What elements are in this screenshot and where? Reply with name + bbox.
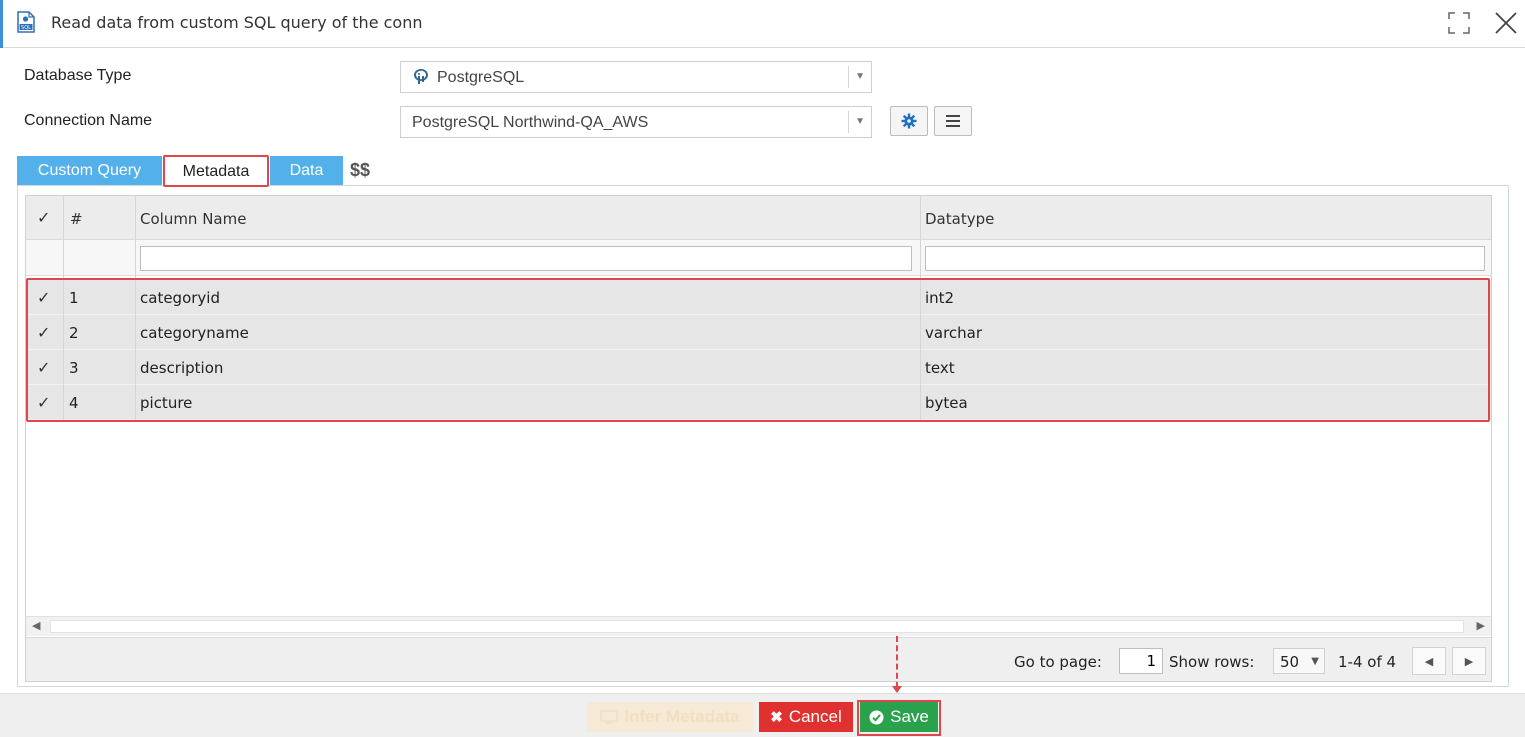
tab-metadata[interactable]: Metadata (163, 156, 269, 186)
next-page-button[interactable]: ▶ (1452, 647, 1486, 675)
header-column-name[interactable]: Column Name (140, 210, 246, 228)
tab-data[interactable]: Data (270, 156, 343, 186)
table-row[interactable]: ✓ 3 description text (26, 350, 1491, 385)
database-type-label: Database Type (24, 67, 132, 84)
close-icon: ✖ (770, 709, 783, 726)
header-number: # (70, 210, 83, 228)
connection-name-label: Connection Name (24, 112, 153, 129)
grid-header: ✓ # Column Name Datatype (26, 196, 1491, 240)
save-button[interactable]: Save (860, 702, 938, 732)
parameters-tab[interactable]: $$ (350, 160, 370, 181)
chevron-down-icon: ▼ (1311, 656, 1319, 667)
scrollbar-thumb[interactable] (50, 620, 1464, 633)
row-number: 1 (69, 289, 79, 307)
horizontal-scrollbar[interactable]: ◀ ▶ (26, 616, 1491, 636)
connection-name-select[interactable]: PostgreSQL Northwind-QA_AWS ▼ (400, 106, 872, 138)
row-number: 4 (69, 394, 79, 412)
save-label: Save (890, 707, 929, 726)
row-column-name: picture (140, 394, 193, 412)
row-checkbox[interactable]: ✓ (37, 323, 50, 343)
hamburger-menu-icon (946, 115, 960, 127)
column-divider (920, 196, 921, 420)
row-checkbox[interactable]: ✓ (37, 358, 50, 378)
select-divider (848, 111, 849, 133)
tab-custom-query[interactable]: Custom Query (17, 156, 162, 186)
chevron-right-icon: ▶ (1464, 655, 1474, 668)
datatype-filter-input[interactable] (925, 246, 1485, 271)
rows-per-page-select[interactable]: 50 ▼ (1273, 648, 1325, 674)
database-type-select[interactable]: PostgreSQL ▼ (400, 61, 872, 93)
table-row[interactable]: ✓ 4 picture bytea (26, 385, 1491, 420)
dialog-footer: Infer Metadata ✖ Cancel Save (0, 693, 1525, 737)
cancel-label: Cancel (788, 707, 842, 726)
row-number: 2 (69, 324, 79, 342)
scroll-right-icon[interactable]: ▶ (1477, 619, 1485, 632)
row-datatype: int2 (925, 289, 955, 307)
row-datatype: varchar (925, 324, 983, 342)
table-row[interactable]: ✓ 2 categoryname varchar (26, 315, 1491, 350)
infer-metadata-button[interactable]: Infer Metadata (587, 702, 753, 732)
page-number-input[interactable] (1119, 648, 1163, 674)
row-column-name: categoryname (140, 324, 249, 342)
postgresql-elephant-icon (414, 69, 428, 84)
row-checkbox[interactable]: ✓ (37, 393, 50, 413)
row-column-name: categoryid (140, 289, 220, 307)
column-divider (63, 196, 64, 420)
connection-settings-button[interactable] (890, 106, 928, 136)
row-datatype: text (925, 359, 955, 377)
page-range: 1-4 of 4 (1338, 653, 1397, 671)
scroll-left-icon[interactable]: ◀ (32, 619, 40, 632)
row-number: 3 (69, 359, 79, 377)
connection-menu-button[interactable] (934, 106, 972, 136)
row-datatype: bytea (925, 394, 968, 412)
sql-file-icon: SQL (17, 11, 35, 33)
column-name-filter-input[interactable] (140, 246, 912, 271)
cancel-button[interactable]: ✖ Cancel (759, 702, 853, 732)
table-row[interactable]: ✓ 1 categoryid int2 (26, 280, 1491, 315)
maximize-icon[interactable] (1448, 12, 1470, 34)
go-to-page-label: Go to page: (1014, 653, 1102, 671)
connection-name-value: PostgreSQL Northwind-QA_AWS (412, 114, 649, 131)
metadata-grid: ✓ # Column Name Datatype ✓ 1 categoryid … (25, 195, 1492, 682)
gear-icon (901, 113, 917, 129)
select-divider (848, 66, 849, 88)
annotation-arrow-head (892, 686, 902, 693)
column-divider (135, 196, 136, 420)
show-rows-label: Show rows: (1169, 653, 1255, 671)
check-circle-icon (869, 710, 884, 724)
chevron-down-icon[interactable]: ▼ (855, 116, 865, 127)
grid-filter-row (26, 240, 1491, 276)
row-column-name: description (140, 359, 224, 377)
select-all-checkbox[interactable]: ✓ (37, 208, 50, 228)
infer-metadata-label: Infer Metadata (624, 707, 740, 726)
chevron-left-icon: ◀ (1424, 655, 1434, 668)
row-checkbox[interactable]: ✓ (37, 288, 50, 308)
svg-text:SQL: SQL (21, 25, 31, 31)
previous-page-button[interactable]: ◀ (1412, 647, 1446, 675)
header-datatype[interactable]: Datatype (925, 210, 994, 228)
database-type-value: PostgreSQL (437, 69, 525, 86)
title-accent (0, 0, 3, 48)
monitor-icon (600, 709, 619, 724)
title-bar: SQL Read data from custom SQL query of t… (0, 0, 1525, 48)
rows-per-page-value: 50 (1280, 653, 1300, 671)
dialog-title: Read data from custom SQL query of the c… (51, 13, 423, 32)
close-icon[interactable] (1494, 11, 1518, 35)
grid-pager: Go to page: Show rows: 50 ▼ 1-4 of 4 ◀ ▶ (26, 637, 1491, 681)
chevron-down-icon[interactable]: ▼ (855, 71, 865, 82)
